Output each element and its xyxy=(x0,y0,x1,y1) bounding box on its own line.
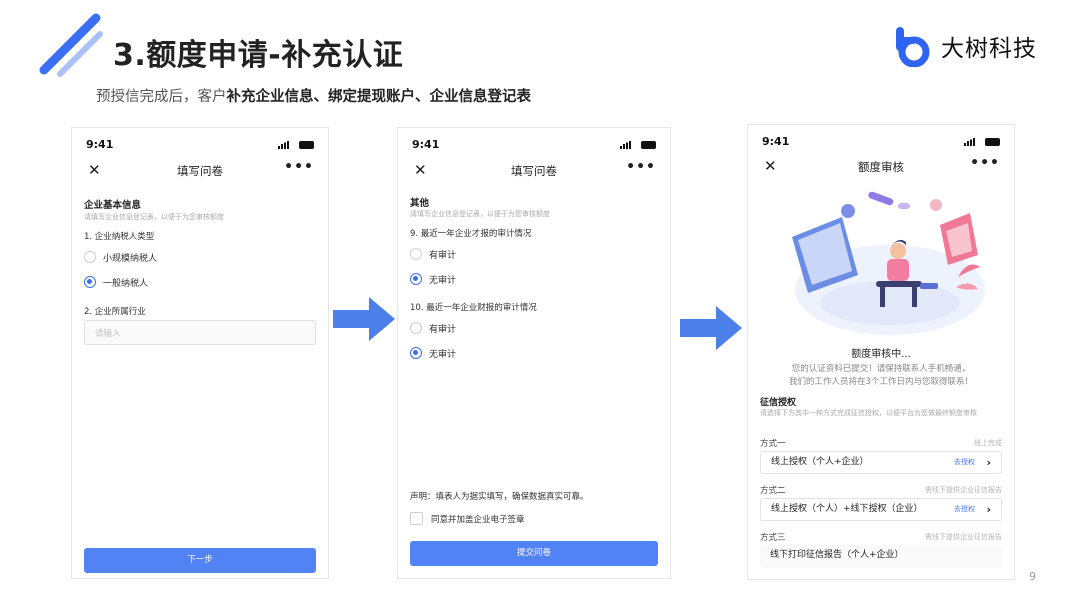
status-time: 9:41 xyxy=(412,138,440,151)
method-2-hint: 需线下提供企业征信报告 xyxy=(925,486,1002,494)
review-illustration xyxy=(792,191,985,335)
flow-arrow-icon xyxy=(680,306,742,350)
phone-screen-credit-review: 9:41 ✕ 额度审核 ••• 额度审核中... 您的认证资料已提交！请保持联系… xyxy=(747,124,1015,580)
brand: 大树科技 xyxy=(893,25,1037,67)
option-label: 一般纳税人 xyxy=(103,278,149,289)
title-decoration-stripes xyxy=(39,13,103,77)
radio-button-selected[interactable] xyxy=(410,347,422,359)
radio-option-general-taxpayer[interactable]: 一般纳税人 xyxy=(84,275,148,289)
radio-button-selected[interactable] xyxy=(84,276,96,288)
radio-button-selected[interactable] xyxy=(410,273,422,285)
agree-label: 同意并加盖企业电子签章 xyxy=(431,514,525,525)
section-title: 企业基本信息 xyxy=(84,200,142,211)
method-1-authorize-link[interactable]: 去授权 xyxy=(954,452,975,473)
method-2-card[interactable]: 线上授权（个人）+线下授权（企业） 去授权 › xyxy=(760,498,1002,521)
subtitle-prefix: 预授信完成后，客户 xyxy=(96,89,227,105)
phone-screen-basic-info: 9:41 ✕ 填写问卷 ••• 企业基本信息 请填写企业信息登记表，以便于为您审… xyxy=(71,127,329,579)
method-3-hint: 需线下提供企业征信报告 xyxy=(925,533,1002,541)
phone-screen-other-info: 9:41 ✕ 填写问卷 ••• 其他 请填写企业信息登记表，以便于为您审核额度 … xyxy=(397,127,671,579)
statement-text: 声明：填表人为据实填写，确保数据真实可靠。 xyxy=(410,492,589,502)
credit-auth-subtitle: 请选择下方其中一种方式完成征信授权，以便平台为您做最终额度审核 xyxy=(760,409,977,417)
section-title: 其他 xyxy=(410,198,430,209)
status-bar: 9:41 xyxy=(86,138,314,152)
question-industry: 2. 企业所属行业 xyxy=(84,307,146,317)
industry-input-box[interactable] xyxy=(84,320,316,346)
radio-option-small-taxpayer[interactable]: 小规模纳税人 xyxy=(84,250,157,264)
more-icon[interactable]: ••• xyxy=(970,155,1000,171)
method-2-card-label: 线上授权（个人）+线下授权（企业） xyxy=(771,504,923,514)
question-9: 9. 最近一年企业才报的审计情况 xyxy=(410,229,532,239)
checkbox[interactable] xyxy=(410,512,423,525)
battery-icon xyxy=(641,141,656,149)
signal-icon xyxy=(620,141,631,149)
status-time: 9:41 xyxy=(86,138,114,151)
radio-option-q10-not-audited[interactable]: 无审计 xyxy=(410,346,456,360)
review-status-line-2: 我们的工作人员将在3个工作日内与您取得联系！ xyxy=(789,377,973,387)
section-subtitle: 请填写企业信息登记表，以便于为您审核额度 xyxy=(84,213,224,221)
signal-icon xyxy=(964,138,975,146)
signal-icon xyxy=(278,141,289,149)
more-icon[interactable]: ••• xyxy=(626,159,656,175)
question-10: 10. 最近一年企业财报的审计情况 xyxy=(410,303,537,313)
method-2-label: 方式二 xyxy=(760,486,786,496)
more-icon[interactable]: ••• xyxy=(284,159,314,175)
method-2-authorize-link[interactable]: 去授权 xyxy=(954,499,975,520)
submit-button[interactable]: 提交问卷 xyxy=(410,541,658,566)
question-taxpayer-type: 1. 企业纳税人类型 xyxy=(84,232,155,242)
subtitle-bold: 补充企业信息、绑定提现账户、企业信息登记表 xyxy=(226,89,532,105)
chevron-right-icon: › xyxy=(986,503,991,516)
brand-name: 大树科技 xyxy=(941,36,1037,62)
option-label: 无审计 xyxy=(429,275,457,286)
method-3-card-label: 线下打印征信报告（个人+企业） xyxy=(770,550,904,560)
method-3-label: 方式三 xyxy=(760,533,786,543)
navbar: ✕ 填写问卷 ••• xyxy=(72,159,328,183)
radio-button[interactable] xyxy=(410,248,422,260)
status-bar: 9:41 xyxy=(762,135,1000,149)
tree-b-logo-icon xyxy=(896,27,930,67)
industry-input[interactable] xyxy=(85,322,315,346)
page-number: 9 xyxy=(1029,570,1036,583)
radio-button[interactable] xyxy=(84,251,96,263)
chevron-right-icon: › xyxy=(986,456,991,469)
option-label: 有审计 xyxy=(429,324,457,335)
option-label: 有审计 xyxy=(429,250,457,261)
agree-esign-checkbox[interactable]: 同意并加盖企业电子签章 xyxy=(410,512,525,525)
radio-button[interactable] xyxy=(410,322,422,334)
method-1-hint: 线上完成 xyxy=(974,439,1002,447)
method-1-card[interactable]: 线上授权（个人+企业） 去授权 › xyxy=(760,451,1002,474)
radio-option-q10-audited[interactable]: 有审计 xyxy=(410,321,456,335)
battery-icon xyxy=(299,141,314,149)
credit-auth-title: 征信授权 xyxy=(760,398,797,408)
method-3-card[interactable]: 线下打印征信报告（个人+企业） xyxy=(760,545,1002,568)
status-time: 9:41 xyxy=(762,135,790,148)
review-status-line-1: 您的认证资料已提交！请保持联系人手机畅通， xyxy=(791,364,971,374)
section-subtitle: 请填写企业信息登记表，以便于为您审核额度 xyxy=(410,210,550,218)
option-label: 小规模纳税人 xyxy=(103,253,158,264)
review-status-title: 额度审核中... xyxy=(851,349,911,360)
method-1-card-label: 线上授权（个人+企业） xyxy=(771,457,869,467)
flow-arrow-icon xyxy=(333,297,395,341)
status-bar: 9:41 xyxy=(412,138,656,152)
radio-option-q9-not-audited[interactable]: 无审计 xyxy=(410,272,456,286)
method-1-label: 方式一 xyxy=(760,439,786,449)
next-button[interactable]: 下一步 xyxy=(84,548,316,573)
radio-option-q9-audited[interactable]: 有审计 xyxy=(410,247,456,261)
option-label: 无审计 xyxy=(429,349,457,360)
navbar: ✕ 填写问卷 ••• xyxy=(398,159,670,183)
navbar: ✕ 额度审核 ••• xyxy=(748,155,1014,179)
battery-icon xyxy=(985,138,1000,146)
slide-subtitle: 预授信完成后，客户补充企业信息、绑定提现账户、企业信息登记表 xyxy=(96,85,531,106)
slide-title: 3.额度申请-补充认证 xyxy=(113,38,404,73)
